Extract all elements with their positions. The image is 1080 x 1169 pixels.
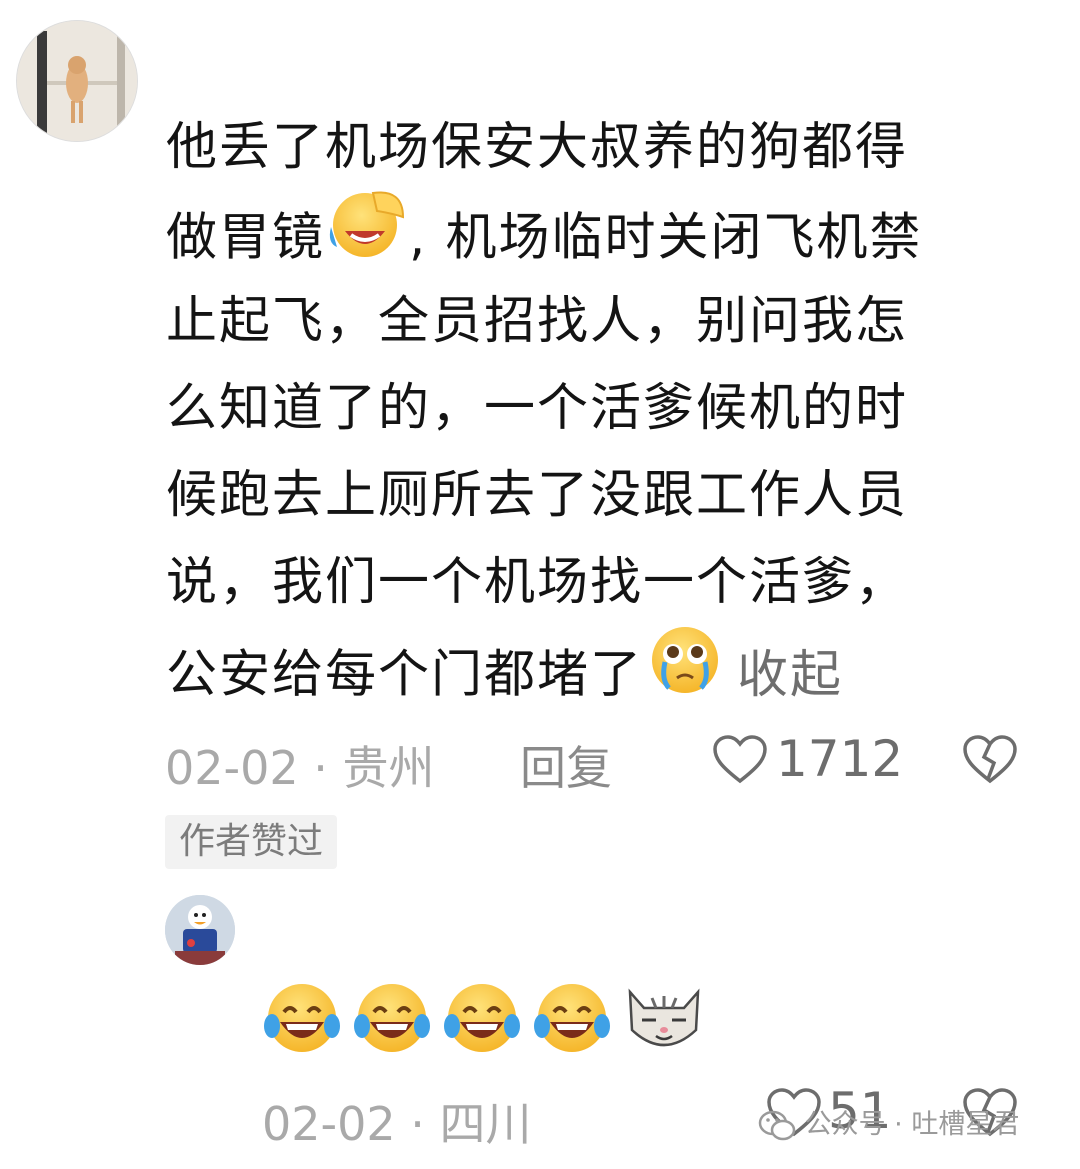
heart-outline-icon (713, 735, 767, 784)
comment-line: 公安给每个门都堵了 收起 (166, 626, 996, 713)
comment-location: 贵州 (342, 741, 435, 795)
crying-pleading-emoji-icon (643, 622, 727, 725)
avatar-cartoon-character-icon (165, 895, 235, 965)
tears-of-joy-emoji-icon (532, 978, 612, 1062)
dislike-button[interactable] (962, 735, 1018, 789)
reply-avatar[interactable] (165, 895, 235, 965)
comment-line: 止起飞，全员招找人，别问我怎 (166, 292, 909, 351)
broken-heart-icon (963, 735, 1017, 784)
like-count: 1712 (776, 730, 904, 788)
watermark: 公众号 · 吐槽星君 (758, 1102, 1019, 1142)
collapse-link[interactable]: 收起 (737, 646, 843, 705)
smug-cat-emoji-icon (622, 978, 706, 1062)
comment-line: 做胃镜, 机场临时关闭飞机禁 (166, 191, 996, 278)
comment-line: 候跑去上厕所去了没跟工作人员 (166, 466, 909, 525)
reply-meta: 02-02 · 四川 (262, 1088, 532, 1154)
wechat-icon (758, 1110, 796, 1140)
comment-text: 他丢了机场保安大叔养的狗都得 做胃镜, 机场临时关闭飞机禁 止起飞，全员招找人，… (166, 104, 996, 713)
avatar-dog-photo-icon (17, 21, 137, 141)
reply-button[interactable]: 回复 (520, 732, 612, 798)
tears-of-joy-emoji-icon (442, 978, 522, 1062)
comment-line: 他丢了机场保安大叔养的狗都得 (166, 118, 909, 177)
like-button[interactable] (712, 735, 768, 789)
commenter-avatar[interactable] (16, 20, 138, 142)
tears-of-joy-emoji-icon (262, 978, 342, 1062)
meta-separator: · (313, 741, 328, 795)
comment-date: 02-02 (165, 741, 299, 795)
comment-line: 么知道了的，一个活爹候机的时 (166, 379, 909, 438)
author-liked-badge: 作者赞过 (165, 815, 338, 869)
watermark-text: 公众号 · 吐槽星君 (804, 1109, 1020, 1140)
reply-location: 四川 (439, 1097, 532, 1151)
reply-emoji-row (262, 978, 716, 1058)
reply-date: 02-02 (262, 1097, 396, 1151)
comment-line: 说，我们一个机场找一个活爹， (166, 553, 909, 612)
meta-separator: · (410, 1097, 425, 1151)
facepalm-laugh-emoji-icon (325, 187, 409, 286)
comment-meta: 02-02 · 贵州 (165, 732, 435, 798)
tears-of-joy-emoji-icon (352, 978, 432, 1062)
